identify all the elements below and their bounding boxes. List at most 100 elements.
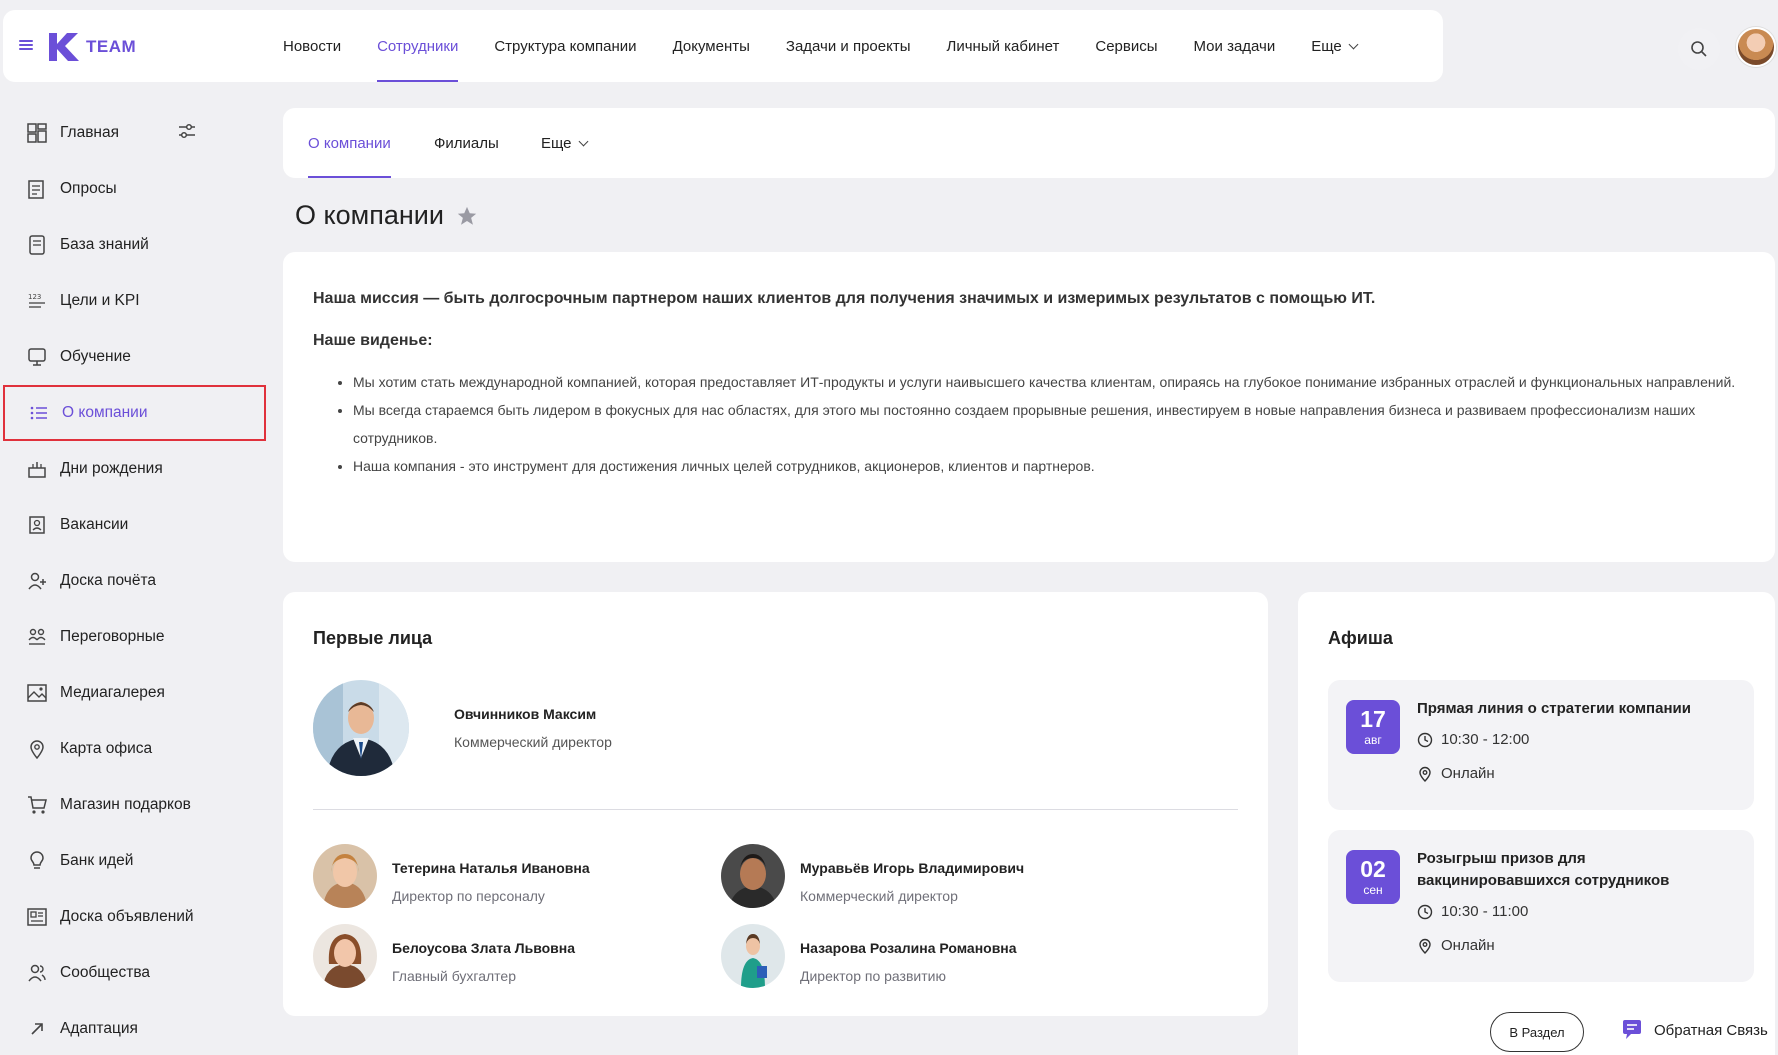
event-card[interactable]: 02 сен Розыгрыш призов для вакцинировавш… [1328,830,1754,982]
person-photo [313,924,377,988]
cart-icon [27,795,47,815]
sidebar-item-learning[interactable]: Обучение [0,329,270,385]
event-title: Прямая линия о стратегии компании [1417,700,1691,717]
event-time: 10:30 - 12:00 [1417,731,1529,748]
nav-services[interactable]: Сервисы [1095,10,1157,82]
date-badge: 02 сен [1346,850,1400,904]
nav-news[interactable]: Новости [283,10,341,82]
board-icon [27,907,47,927]
person-position: Коммерческий директор [800,888,958,904]
tab-branches[interactable]: Филиалы [434,108,499,178]
sidebar-item-label: О компании [62,404,148,421]
sidebar-item-knowledge-base[interactable]: База знаний [0,217,270,273]
sidebar-item-label: Банк идей [60,852,134,869]
sidebar-item-honor-board[interactable]: Доска почёта [0,553,270,609]
tab-more-label: Еще [541,134,572,152]
sidebar-item-kpi[interactable]: 123 Цели и KPI [0,273,270,329]
user-avatar[interactable] [1736,27,1776,67]
honor-icon [27,571,47,591]
menu-icon[interactable] [19,40,33,50]
event-place: Онлайн [1417,765,1495,782]
sidebar-item-meeting-rooms[interactable]: Переговорные [0,609,270,665]
sidebar-item-gallery[interactable]: Медиагалерея [0,665,270,721]
nav-my-tasks[interactable]: Мои задачи [1194,10,1276,82]
person-name: Муравьёв Игорь Владимирович [800,860,1025,876]
svg-text:123: 123 [28,293,41,301]
nav-employees[interactable]: Сотрудники [377,10,459,82]
sidebar-item-label: Карта офиса [60,740,153,757]
sidebar-item-adaptation[interactable]: Адаптация [0,1001,270,1055]
map-pin-icon [27,739,47,759]
leaders-card: Первые лица Овчинников Максим Коммерческ… [283,592,1268,1016]
sliders-icon[interactable] [178,123,196,144]
gallery-icon [27,683,47,703]
mission-statement: Наша миссия — быть долгосрочным партнеро… [313,290,1376,307]
community-icon [27,963,47,983]
sidebar-item-communities[interactable]: Сообщества [0,945,270,1001]
sidebar-item-label: База знаний [60,236,149,253]
feedback-button[interactable]: Обратная Связь [1620,1018,1768,1042]
person-photo [313,844,377,908]
sidebar-item-label: Дни рождения [60,460,163,477]
logo[interactable]: TEAM [46,30,136,64]
clock-icon [1417,904,1433,919]
nav-documents[interactable]: Документы [673,10,750,82]
sidebar-item-office-map[interactable]: Карта офиса [0,721,270,777]
nav-profile[interactable]: Личный кабинет [947,10,1060,82]
sidebar-item-label: Вакансии [60,516,129,533]
nav-more-label: Еще [1311,37,1342,55]
page-title-text: О компании [295,200,444,230]
dashboard-icon [27,123,47,143]
sidebar-item-birthdays[interactable]: Дни рождения [0,441,270,497]
sidebar-item-label: Сообщества [60,964,151,981]
nav-more[interactable]: Еще [1311,10,1359,82]
vacancy-icon [27,515,47,535]
nav-tasks-projects[interactable]: Задачи и проекты [786,10,911,82]
event-day: 02 [1360,856,1386,882]
sidebar-item-about[interactable]: О компании [3,385,266,441]
cake-icon [27,459,47,479]
map-pin-icon [1419,766,1431,782]
sidebar-item-label: Магазин подарков [60,796,191,813]
event-card[interactable]: 17 авг Прямая линия о стратегии компании… [1328,680,1754,810]
list-icon [29,403,49,423]
chief-position: Коммерческий директор [454,734,612,750]
star-icon[interactable] [456,205,478,227]
mission-card: Наша миссия — быть долгосрочным партнеро… [283,252,1775,562]
map-pin-icon [1419,938,1431,954]
sidebar-item-notice-board[interactable]: Доска объявлений [0,889,270,945]
sidebar-item-label: Цели и KPI [60,292,140,309]
event-month: авг [1364,733,1382,747]
sub-tabs: О компании Филиалы Еще [283,108,1775,178]
sidebar-item-label: Опросы [60,180,117,197]
event-day: 17 [1360,706,1386,732]
chief-photo[interactable] [313,680,409,776]
sidebar-item-label: Адаптация [60,1020,138,1037]
book-icon [27,235,47,255]
vision-list: Мы хотим стать международной компанией, … [313,368,1745,480]
sidebar-item-label: Обучение [60,348,131,365]
chief-name[interactable]: Овчинников Максим [454,706,596,722]
sidebar-item-gift-shop[interactable]: Магазин подарков [0,777,270,833]
survey-icon [27,179,47,199]
divider [313,809,1238,810]
sidebar-item-label: Доска объявлений [60,908,194,925]
event-time: 10:30 - 11:00 [1417,903,1528,920]
event-title: Розыгрыш призов для вакцинировавшихся со… [1417,850,1670,889]
sidebar-item-idea-bank[interactable]: Банк идей [0,833,270,889]
sidebar-item-vacancies[interactable]: Вакансии [0,497,270,553]
learning-icon [27,347,47,367]
nav-structure[interactable]: Структура компании [494,10,636,82]
sidebar-item-home[interactable]: Главная [0,105,270,161]
event-place-text: Онлайн [1441,765,1495,782]
search-button[interactable] [1678,28,1720,70]
lightbulb-icon [27,851,47,871]
sidebar: Главная Опросы База знаний 123 Цели и KP… [0,105,270,1055]
tab-about[interactable]: О компании [308,108,391,178]
go-to-section-button[interactable]: В Раздел [1490,1012,1584,1052]
event-month: сен [1363,883,1383,897]
event-time-text: 10:30 - 12:00 [1441,731,1530,748]
event-place: Онлайн [1417,937,1495,954]
sidebar-item-surveys[interactable]: Опросы [0,161,270,217]
tab-more[interactable]: Еще [541,108,588,178]
